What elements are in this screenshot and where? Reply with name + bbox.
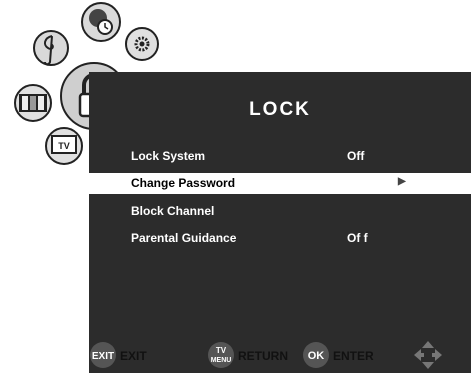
menu-item-label: Change Password — [131, 176, 236, 190]
tv-icon-label: TV — [58, 141, 70, 151]
exit-label: EXIT — [120, 349, 147, 363]
lock-menu-panel: LOCK Lock System Off Change Password ▶ B… — [89, 72, 471, 373]
clock-icon[interactable] — [81, 2, 121, 42]
tv-icon[interactable]: TV — [45, 127, 83, 165]
footer-hints: EXIT TV MENU OK EXIT RETURN ENTER — [89, 337, 471, 373]
ok-button-icon[interactable]: OK — [303, 342, 329, 368]
dpad-arrows-icon — [414, 341, 442, 369]
menu-item-value: Of f — [347, 231, 368, 245]
submenu-arrow-icon: ▶ — [398, 176, 406, 187]
menu-button-text-top: TV — [216, 346, 227, 355]
return-label: RETURN — [238, 349, 288, 363]
menu-item-label: Parental Guidance — [131, 231, 237, 245]
menu-item-lock-system[interactable]: Lock System Off — [89, 146, 471, 167]
menu-button-text-bottom: MENU — [211, 357, 232, 364]
enter-label: ENTER — [333, 349, 374, 363]
menu-item-value: Off — [347, 149, 365, 163]
music-icon[interactable] — [33, 30, 69, 66]
menu-item-change-password[interactable]: Change Password ▶ — [89, 173, 471, 194]
exit-button-text: EXIT — [92, 351, 114, 362]
ok-button-text: OK — [308, 350, 325, 362]
menu-title: LOCK — [249, 99, 311, 120]
menu-item-label: Block Channel — [131, 204, 215, 218]
picture-icon[interactable] — [14, 84, 52, 122]
menu-item-block-channel[interactable]: Block Channel — [89, 201, 471, 222]
exit-button-icon[interactable]: EXIT — [90, 342, 116, 368]
menu-item-parental-guidance[interactable]: Parental Guidance Of f — [89, 228, 471, 249]
settings-icon[interactable] — [125, 27, 159, 61]
menu-button-icon[interactable]: TV MENU — [208, 342, 234, 368]
menu-item-label: Lock System — [131, 149, 206, 163]
